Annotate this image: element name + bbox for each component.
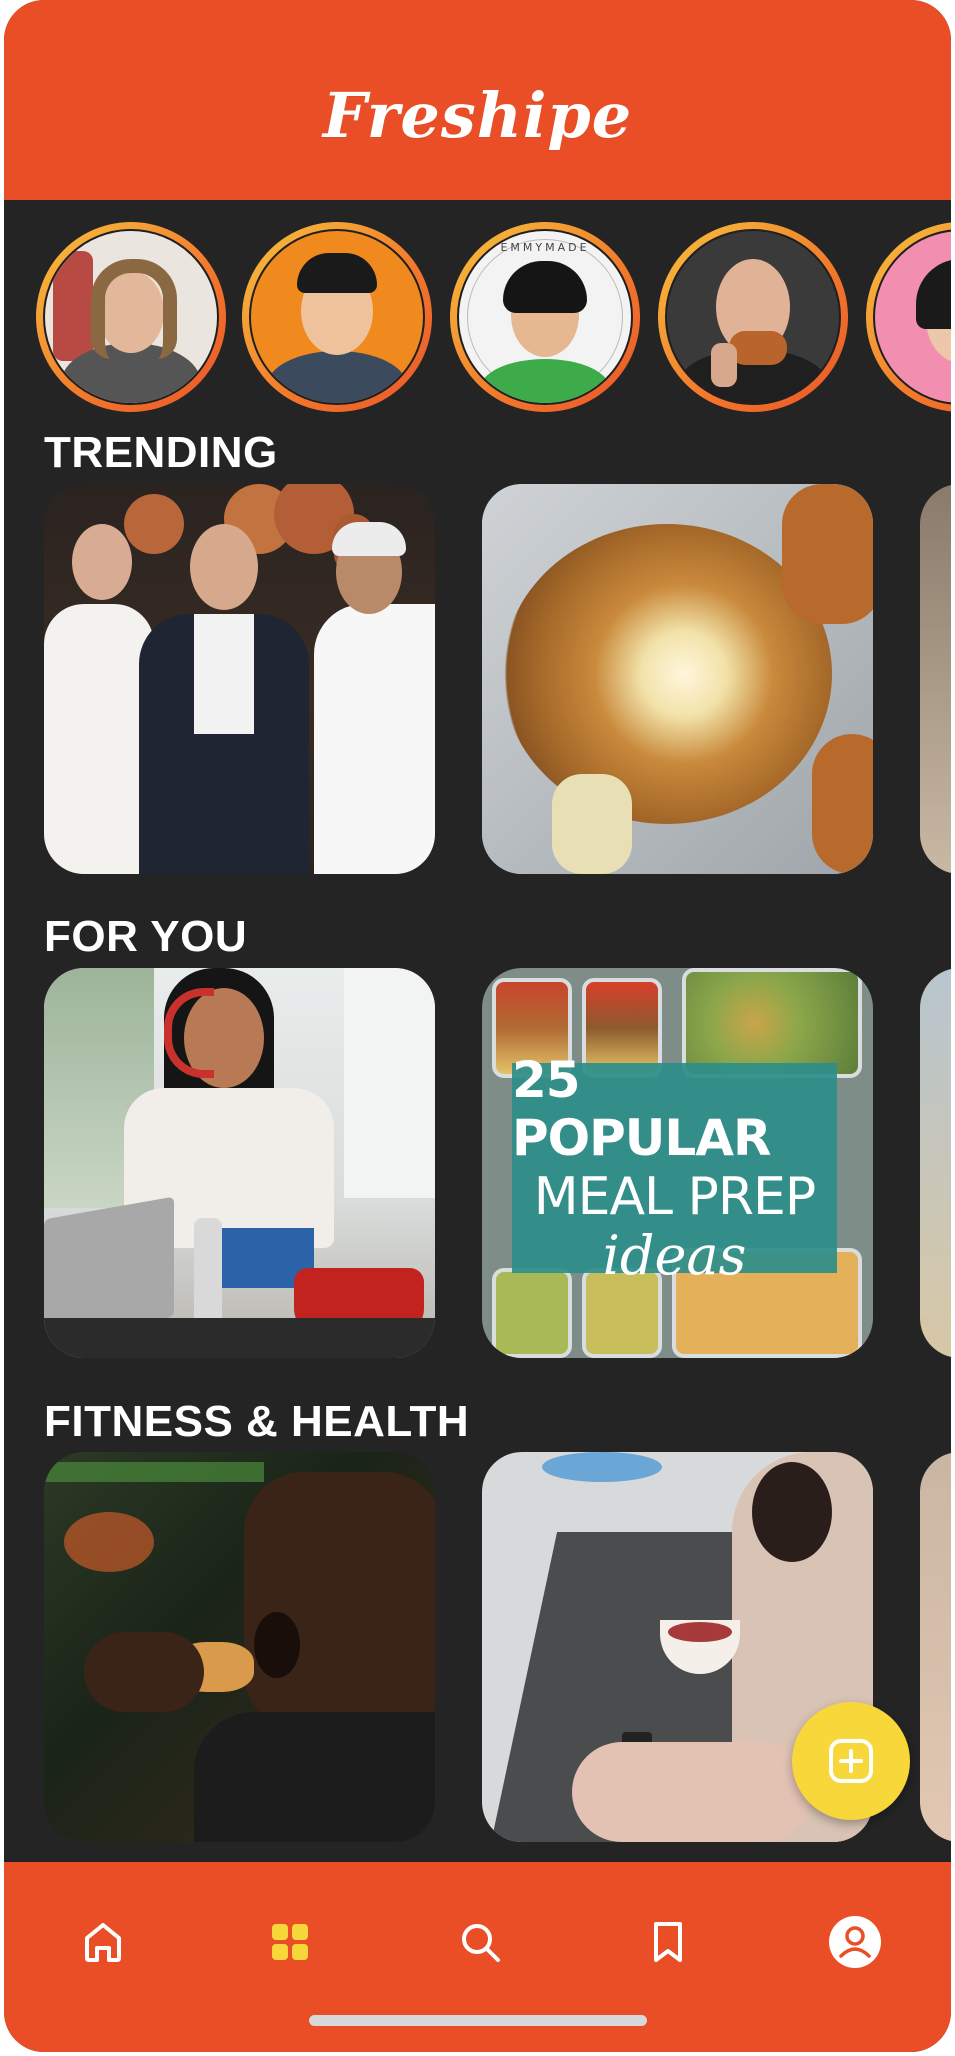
profile-icon <box>829 1916 881 1968</box>
section-title-trending: TRENDING <box>44 428 278 477</box>
tab-profile[interactable] <box>815 1902 895 1982</box>
avatar-image <box>43 229 219 405</box>
tab-home[interactable] <box>63 1902 143 1982</box>
search-icon <box>462 1924 500 1962</box>
story-avatar[interactable] <box>242 222 432 412</box>
meal-prep-banner: 25 POPULAR MEAL PREP ideas <box>512 1051 837 1285</box>
story-avatar[interactable]: EMMYMADE <box>450 222 640 412</box>
app-logo: Freshipe <box>322 78 633 152</box>
app-header: Freshipe <box>4 0 951 200</box>
recipe-card[interactable] <box>44 1452 435 1842</box>
plus-square-icon <box>829 1739 873 1783</box>
banner-line-1: 25 POPULAR <box>512 1051 771 1167</box>
stories-row: EMMYMADE <box>4 222 951 416</box>
banner-line-3: ideas <box>602 1224 747 1287</box>
avatar-image: EMMYMADE <box>457 229 633 405</box>
home-indicator <box>309 2015 647 2026</box>
recipe-card[interactable] <box>44 968 435 1358</box>
tab-grid[interactable] <box>250 1902 330 1982</box>
story-avatar[interactable] <box>658 222 848 412</box>
tab-search[interactable] <box>440 1902 520 1982</box>
recipe-card[interactable]: 25 POPULAR MEAL PREP ideas <box>482 968 873 1358</box>
recipe-card[interactable] <box>920 968 951 1358</box>
story-badge-text: EMMYMADE <box>500 241 590 254</box>
bookmark-icon <box>654 1922 682 1962</box>
story-avatar[interactable] <box>866 222 951 412</box>
trending-row <box>4 484 951 874</box>
recipe-card[interactable] <box>920 1452 951 1842</box>
avatar-image <box>873 229 951 405</box>
tab-saved[interactable] <box>628 1902 708 1982</box>
bottom-tab-bar <box>4 1862 951 2052</box>
add-recipe-button[interactable] <box>792 1702 910 1820</box>
story-avatar[interactable] <box>36 222 226 412</box>
recipe-card[interactable] <box>44 484 435 874</box>
home-icon <box>85 1923 121 1962</box>
app-screen: Freshipe EMMYMADE TRENDING FOR YOU 25 PO… <box>4 0 951 2052</box>
banner-line-2: MEAL PREP <box>533 1167 816 1227</box>
section-title-fitness: FITNESS & HEALTH <box>44 1397 470 1446</box>
avatar-image <box>249 229 425 405</box>
recipe-card[interactable] <box>482 484 873 874</box>
grid-icon <box>272 1924 308 1960</box>
avatar-image <box>665 229 841 405</box>
for-you-row: 25 POPULAR MEAL PREP ideas <box>4 968 951 1358</box>
section-title-for-you: FOR YOU <box>44 912 248 961</box>
recipe-card[interactable] <box>920 484 951 874</box>
